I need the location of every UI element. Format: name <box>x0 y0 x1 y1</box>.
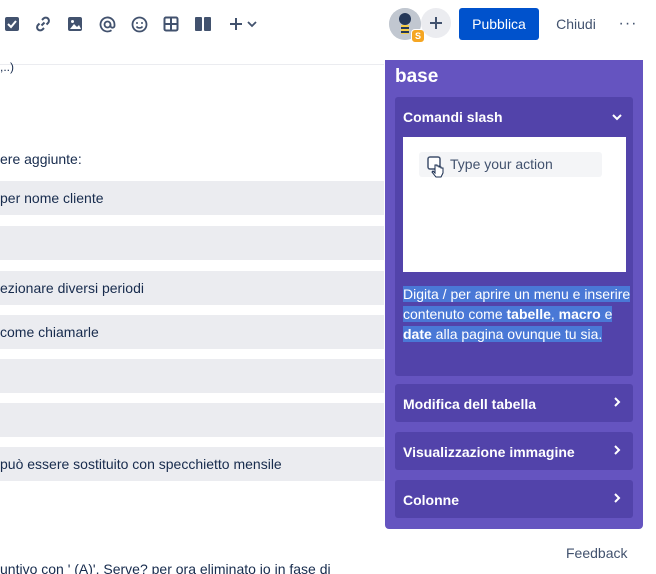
link-icon[interactable] <box>33 14 53 34</box>
table-row-text: ezionare diversi periodi <box>0 280 144 296</box>
desc-part: alla pagina ovunque tu sia. <box>431 326 603 342</box>
card-title: Comandi slash <box>403 109 503 125</box>
table-row-text: per nome cliente <box>0 190 104 206</box>
table-row[interactable]: ezionare diversi periodi <box>0 271 384 305</box>
chevron-down-icon[interactable] <box>611 111 623 123</box>
card-visualizzazione-immagine[interactable]: Visualizzazione immagine <box>395 432 633 470</box>
add-collaborator-button[interactable] <box>421 8 451 38</box>
table-row[interactable] <box>0 226 384 260</box>
publish-button[interactable]: Pubblica <box>459 8 539 40</box>
doc-fragment-top: ,..) <box>0 60 14 74</box>
checkbox-icon[interactable] <box>2 14 22 34</box>
table-row-text: come chiamarle <box>0 324 99 340</box>
desc-part: e <box>600 306 613 322</box>
card-comandi-slash[interactable]: Comandi slash Type your action Digita / … <box>395 97 633 376</box>
plus-icon <box>430 17 442 29</box>
feedback-link[interactable]: Feedback <box>566 545 627 561</box>
desc-bold: date <box>403 326 432 342</box>
desc-part: , <box>550 306 559 322</box>
table-row-text: può essere sostituito con specchietto me… <box>0 456 282 472</box>
table-icon[interactable] <box>161 14 181 34</box>
preview-placeholder: Type your action <box>450 156 553 172</box>
chevron-right-icon[interactable] <box>611 492 623 504</box>
cursor-hand-icon <box>427 156 444 178</box>
layout-icon[interactable] <box>193 14 213 34</box>
card-title: Modifica dell tabella <box>403 396 537 412</box>
more-options-icon[interactable]: ··· <box>614 12 642 36</box>
table-row[interactable]: per nome cliente <box>0 181 384 215</box>
emoji-icon[interactable] <box>129 14 149 34</box>
doc-fragment-bottom[interactable]: untivo con ' (A)'. Serve? per ora elimin… <box>0 561 331 574</box>
doc-intro-text[interactable]: ere aggiunte: <box>0 151 82 167</box>
close-button[interactable]: Chiudi <box>548 8 604 40</box>
insert-plus-icon[interactable] <box>227 14 259 34</box>
image-icon[interactable] <box>65 14 85 34</box>
card-modifica-tabella[interactable]: Modifica dell tabella <box>395 384 633 422</box>
slash-preview: Type your action <box>403 137 626 272</box>
card-title: Colonne <box>403 492 459 508</box>
card-colonne[interactable]: Colonne <box>395 480 633 518</box>
table-row[interactable] <box>0 359 384 393</box>
table-row[interactable] <box>0 403 384 437</box>
toolbar-divider <box>0 64 384 65</box>
card-title: Visualizzazione immagine <box>403 444 575 460</box>
mention-icon[interactable] <box>97 14 117 34</box>
panel-title: base <box>395 66 439 87</box>
editor-toolbar: S Pubblica Chiudi ··· <box>0 0 656 48</box>
chevron-right-icon[interactable] <box>611 396 623 408</box>
chevron-right-icon[interactable] <box>611 444 623 456</box>
table-row[interactable]: come chiamarle <box>0 315 384 349</box>
slash-description: Digita / per aprire un menu e inserire c… <box>403 284 631 344</box>
help-panel: base Comandi slash Type your action Digi… <box>385 60 643 529</box>
table-row[interactable]: può essere sostituito con specchietto me… <box>0 447 384 481</box>
desc-bold: macro <box>558 306 601 322</box>
preview-action-input: Type your action <box>419 152 602 178</box>
desc-bold: tabelle <box>506 306 551 322</box>
